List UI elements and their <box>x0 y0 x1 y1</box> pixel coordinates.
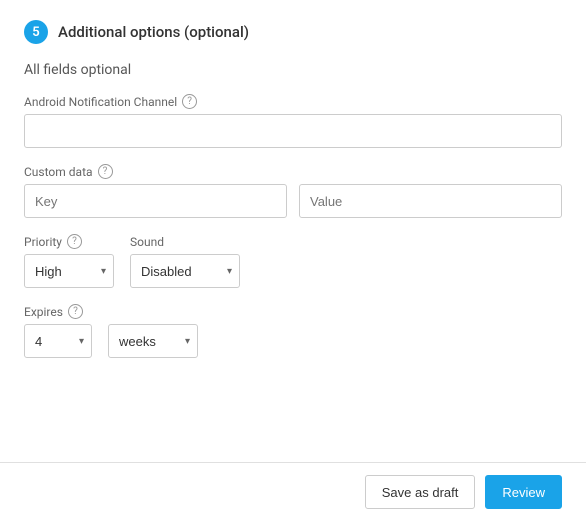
footer-bar: Save as draft Review <box>0 462 586 521</box>
priority-label: Priority ? <box>24 234 114 249</box>
sound-select-wrapper: Disabled Default Custom ▾ <box>130 254 240 288</box>
android-notification-channel-group: Android Notification Channel ? <box>24 94 562 148</box>
page-container: 5 Additional options (optional) All fiel… <box>0 0 586 521</box>
priority-select-wrapper: High Normal Low ▾ <box>24 254 114 288</box>
custom-data-group: Custom data ? <box>24 164 562 218</box>
main-content: 5 Additional options (optional) All fiel… <box>0 0 586 462</box>
android-notification-channel-input[interactable] <box>24 114 562 148</box>
save-as-draft-button[interactable]: Save as draft <box>365 475 476 509</box>
custom-data-help-icon[interactable]: ? <box>98 164 113 179</box>
priority-field: Priority ? High Normal Low ▾ <box>24 234 114 288</box>
section-title: Additional options (optional) <box>58 23 249 41</box>
expires-group: Expires ? 1 2 3 4 5 6 7 8 ▾ <box>24 304 562 358</box>
expires-help-icon[interactable]: ? <box>68 304 83 319</box>
sound-select[interactable]: Disabled Default Custom <box>130 254 240 288</box>
priority-select[interactable]: High Normal Low <box>24 254 114 288</box>
custom-data-row <box>24 184 562 218</box>
step-badge: 5 <box>24 20 48 44</box>
expires-num-select[interactable]: 1 2 3 4 5 6 7 8 <box>24 324 92 358</box>
sound-label: Sound <box>130 235 240 249</box>
priority-sound-group: Priority ? High Normal Low ▾ Sound <box>24 234 562 288</box>
expires-unit-select-wrapper: minutes hours days weeks ▾ <box>108 324 198 358</box>
expires-unit-select[interactable]: minutes hours days weeks <box>108 324 198 358</box>
expires-num-select-wrapper: 1 2 3 4 5 6 7 8 ▾ <box>24 324 92 358</box>
review-button[interactable]: Review <box>485 475 562 509</box>
section-header: 5 Additional options (optional) <box>24 20 562 44</box>
priority-sound-row: Priority ? High Normal Low ▾ Sound <box>24 234 562 288</box>
sound-field: Sound Disabled Default Custom ▾ <box>130 235 240 288</box>
android-channel-help-icon[interactable]: ? <box>182 94 197 109</box>
priority-help-icon[interactable]: ? <box>67 234 82 249</box>
custom-data-label: Custom data ? <box>24 164 562 179</box>
fields-optional-label: All fields optional <box>24 62 562 78</box>
custom-data-key-input[interactable] <box>24 184 287 218</box>
expires-label: Expires ? <box>24 304 562 319</box>
expires-row: 1 2 3 4 5 6 7 8 ▾ minutes hours <box>24 324 562 358</box>
android-notification-channel-label: Android Notification Channel ? <box>24 94 562 109</box>
custom-data-value-input[interactable] <box>299 184 562 218</box>
